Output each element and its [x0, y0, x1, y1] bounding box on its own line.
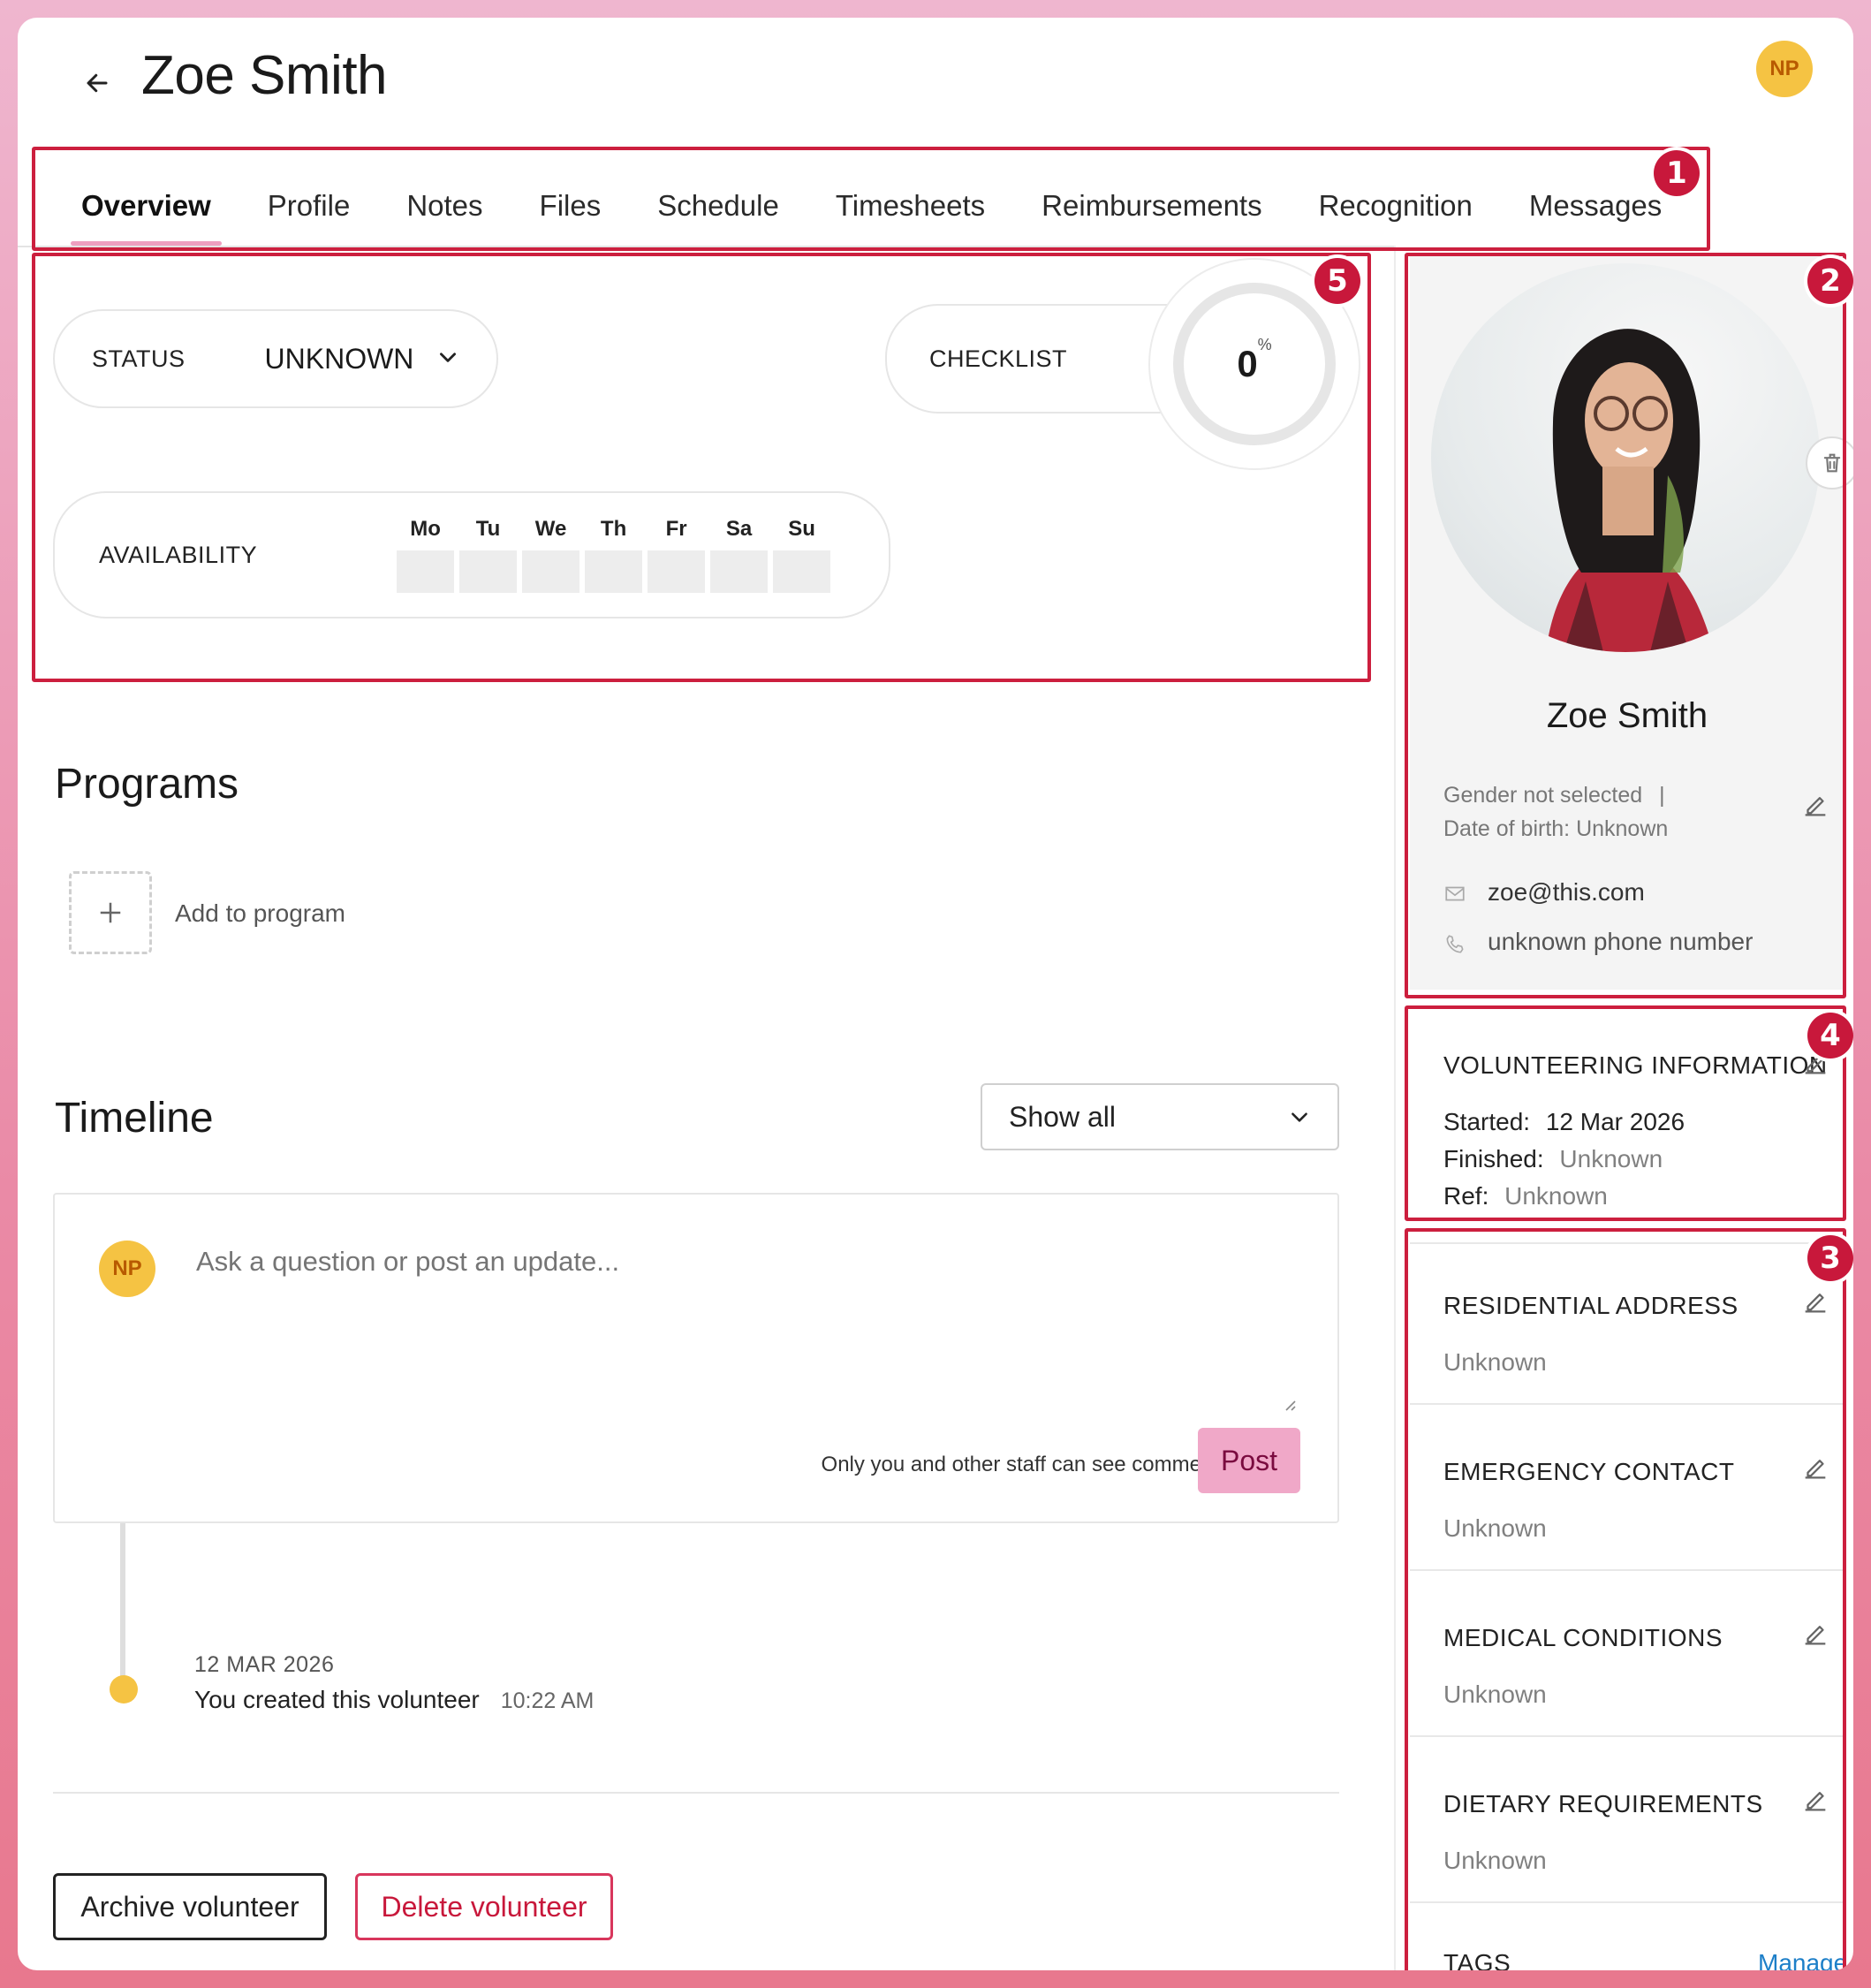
annotation-marker-1: 1 [1654, 150, 1700, 196]
comment-composer: NP Only you and other staff can see comm… [53, 1193, 1339, 1523]
chevron-down-icon [1292, 1112, 1307, 1122]
annotation-box-1 [32, 147, 1710, 251]
annotation-marker-2: 2 [1807, 258, 1853, 304]
timeline-line [120, 1523, 125, 1677]
user-avatar[interactable]: NP [1756, 41, 1813, 97]
post-button[interactable]: Post [1198, 1428, 1300, 1493]
sidebar-divider [1394, 246, 1396, 1970]
annotation-box-4 [1405, 1005, 1846, 1221]
composer-avatar: NP [99, 1241, 155, 1297]
plus-icon [100, 902, 121, 923]
timeline-event-date: 12 MAR 2026 [194, 1652, 335, 1677]
delete-volunteer-button[interactable]: Delete volunteer [355, 1873, 613, 1940]
page-title: Zoe Smith [141, 45, 388, 106]
add-program-button[interactable] [69, 871, 152, 954]
app-window: Zoe Smith NP Overview Profile Notes File… [18, 18, 1853, 1970]
back-arrow-icon[interactable] [72, 58, 122, 108]
resize-handle-icon[interactable] [1281, 1396, 1297, 1416]
comment-input[interactable] [196, 1246, 1309, 1414]
annotation-box-5 [32, 253, 1371, 682]
annotation-marker-3: 3 [1807, 1235, 1853, 1281]
archive-volunteer-button[interactable]: Archive volunteer [53, 1873, 327, 1940]
annotation-box-3 [1405, 1228, 1846, 1970]
timeline-heading: Timeline [55, 1095, 214, 1142]
timeline-dot [110, 1675, 138, 1703]
annotation-marker-5: 5 [1314, 258, 1360, 304]
annotation-box-2 [1405, 253, 1846, 998]
timeline-filter-select[interactable]: Show all [981, 1083, 1339, 1150]
timeline-filter-value: Show all [1009, 1100, 1116, 1133]
actions-divider [53, 1792, 1339, 1794]
programs-heading: Programs [55, 761, 239, 808]
comment-privacy-note: Only you and other staff can see comment… [821, 1453, 1230, 1476]
timeline-event-text: You created this volunteer [194, 1686, 480, 1713]
timeline-event-time: 10:22 AM [500, 1688, 595, 1713]
annotation-marker-4: 4 [1807, 1013, 1853, 1058]
add-program-link[interactable]: Add to program [175, 899, 345, 928]
timeline-event: You created this volunteer 10:22 AM [194, 1686, 594, 1714]
